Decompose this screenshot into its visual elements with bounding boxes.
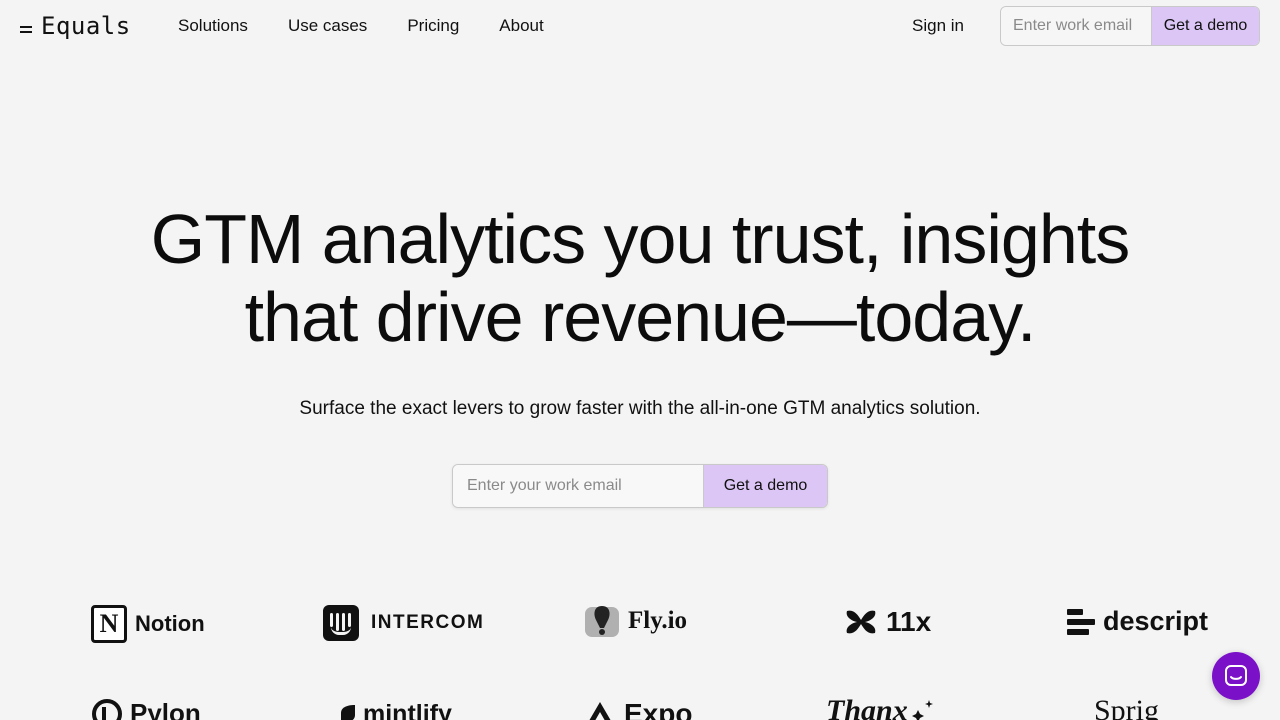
nav-link-use-cases[interactable]: Use cases [288, 16, 367, 36]
hero-get-demo-button[interactable]: Get a demo [703, 465, 827, 507]
nav-get-demo-button[interactable]: Get a demo [1151, 7, 1259, 45]
customer-logo-label: Expo [624, 698, 693, 720]
chat-launcher-button[interactable] [1212, 652, 1260, 700]
fly-balloon-icon [585, 606, 619, 637]
brand-logo[interactable]: Equals [20, 12, 131, 40]
customer-logo-label: Fly.io [628, 607, 688, 634]
customer-logo-label: Pylon [130, 698, 201, 720]
customer-logo-expo: Expo [584, 698, 692, 720]
customer-logo-label: descript [1103, 606, 1209, 636]
hero-demo-form: Get a demo [452, 464, 828, 508]
brand-name: Equals [41, 12, 131, 40]
customer-logo-label: Thanx [826, 694, 908, 720]
hero-title-line-2: that drive revenue—today. [244, 278, 1037, 356]
pylon-icon [92, 698, 122, 720]
customer-logo-thanx: Thanx [826, 694, 936, 720]
customer-logo-label: mintlify [363, 700, 452, 720]
nav-link-solutions[interactable]: Solutions [178, 16, 248, 36]
hero-title-line-1: GTM analytics you trust, insights [150, 200, 1130, 278]
nav-links: Solutions Use cases Pricing About [178, 16, 544, 36]
expo-icon [589, 702, 611, 720]
11x-mark-icon [846, 610, 876, 634]
hero-subtitle: Surface the exact levers to grow faster … [299, 398, 981, 419]
nav-link-pricing[interactable]: Pricing [407, 16, 459, 36]
hero-email-input[interactable] [453, 465, 703, 507]
top-nav: Equals Solutions Use cases Pricing About… [0, 0, 1280, 52]
customer-logo-mintlify: mintlify [337, 700, 452, 720]
nav-link-about[interactable]: About [499, 16, 543, 36]
nav-email-input[interactable] [1001, 7, 1151, 45]
hero-title: GTM analytics you trust, insights that d… [0, 200, 1280, 356]
intercom-icon [323, 605, 359, 641]
sign-in-link[interactable]: Sign in [912, 16, 964, 36]
customer-logo-label: Notion [135, 611, 205, 636]
customer-logo-notion: N Notion [91, 605, 205, 643]
customer-logo-descript: descript [1067, 606, 1208, 637]
customer-logo-label: Sprig [1094, 694, 1160, 720]
mintlify-icon [341, 704, 355, 720]
customer-logo-pylon: Pylon [92, 698, 201, 720]
customer-logo-11x: 11x [844, 606, 931, 638]
descript-icon [1067, 608, 1095, 635]
customer-logo-label: INTERCOM [371, 612, 485, 633]
nav-demo-form: Get a demo [1000, 6, 1260, 46]
equals-logo-icon [20, 25, 32, 33]
chat-bubble-icon [1225, 665, 1247, 686]
sparkle-icon [911, 700, 933, 720]
customer-logo-sprig: Sprig [1094, 694, 1159, 720]
customer-logo-label: 11x [886, 606, 932, 637]
customer-logo-intercom: INTERCOM [323, 605, 484, 641]
notion-icon: N [91, 605, 127, 643]
customer-logo-flyio: Fly.io [584, 604, 687, 638]
